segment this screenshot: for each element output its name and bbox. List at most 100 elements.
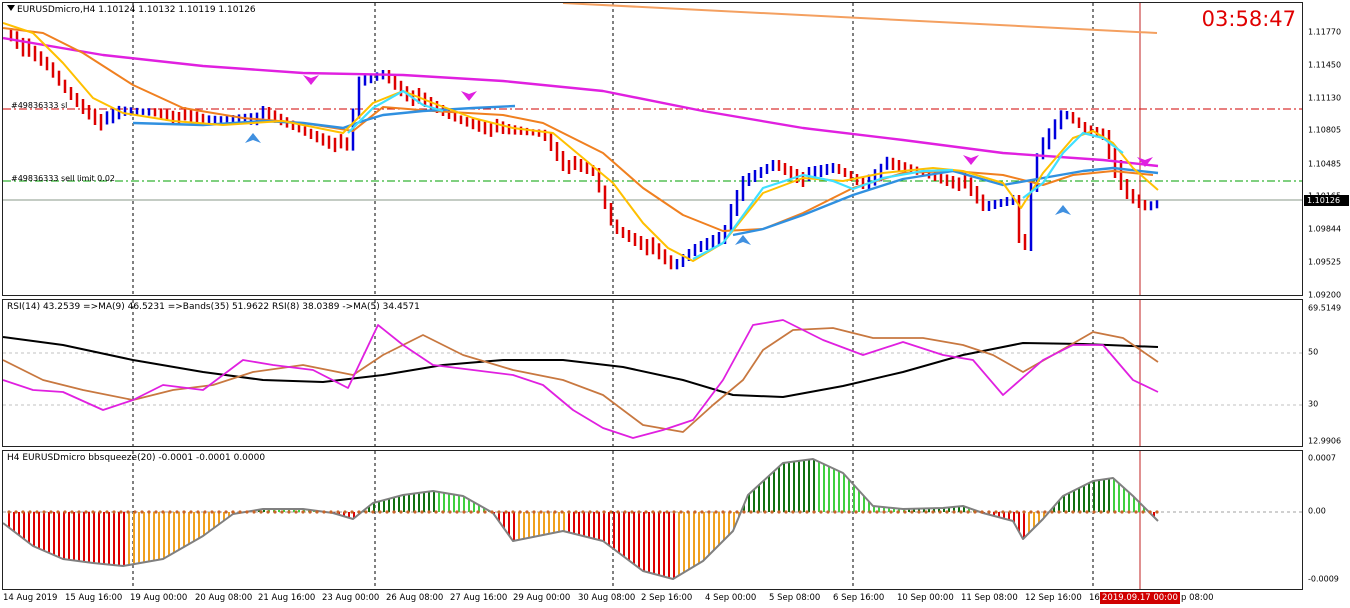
buy-signal-arrow-icon — [735, 235, 751, 245]
candle-countdown-clock: 03:58:47 — [1201, 7, 1296, 31]
squeeze-dot — [770, 510, 774, 514]
rsi-indicator-pane[interactable]: RSI(14) 43.2539 =>MA(9) 46.5231 =>Bands(… — [2, 299, 1303, 447]
squeeze-dot — [1127, 510, 1131, 514]
squeeze-dot — [42, 510, 46, 514]
price-axis[interactable]: 1.11770 1.11450 1.11130 1.10805 1.10485 … — [1304, 2, 1350, 300]
squeeze-dot — [595, 510, 599, 514]
squeeze-dot — [637, 510, 641, 514]
squeeze-dot — [112, 510, 116, 514]
squeeze-dot — [987, 510, 991, 514]
squeeze-dot — [1043, 510, 1047, 514]
ma-magenta-line — [3, 36, 1159, 168]
rsi-axis[interactable]: 69.5149 50 30 12.9906 — [1304, 299, 1350, 447]
rsi-line — [3, 319, 1159, 439]
squeeze-dot — [868, 510, 872, 514]
bbsqueeze-indicator-pane[interactable]: H4 EURUSDmicro bbsqueeze(20) -0.0001 -0.… — [2, 450, 1303, 590]
squeeze-dot — [679, 510, 683, 514]
squeeze-dot — [910, 510, 914, 514]
rsi-axis-label: 12.9906 — [1308, 436, 1342, 446]
squeeze-dot — [1085, 510, 1089, 514]
squeeze-dot — [497, 510, 501, 514]
price-chart-canvas — [3, 3, 1302, 295]
squeeze-dot — [455, 510, 459, 514]
squeeze-dot — [203, 510, 207, 514]
squeeze-dot — [385, 510, 389, 514]
sell-signal-arrow-icon — [303, 75, 319, 85]
squeeze-dot — [791, 510, 795, 514]
squeeze-dot — [616, 510, 620, 514]
stop-loss-order-label[interactable]: #49836333 sl — [11, 101, 67, 110]
squeeze-dot — [602, 510, 606, 514]
squeeze-dot — [644, 510, 648, 514]
time-axis-label: 5 Sep 08:00 — [769, 593, 821, 603]
time-axis-label: 26 Aug 08:00 — [386, 593, 444, 603]
squeeze-dot — [959, 510, 963, 514]
squeeze-dot — [196, 510, 200, 514]
squeeze-dot — [938, 510, 942, 514]
price-axis-label: 1.10805 — [1308, 125, 1342, 135]
time-axis-label: 19 Aug 00:00 — [130, 593, 188, 603]
price-chart-pane[interactable]: EURUSDmicro,H4 1.10124 1.10132 1.10119 1… — [2, 2, 1303, 296]
squeeze-dot — [714, 510, 718, 514]
squeeze-dot — [574, 510, 578, 514]
squeeze-dot — [364, 510, 368, 514]
rsi-header: RSI(14) 43.2539 =>MA(9) 46.5231 =>Bands(… — [7, 302, 420, 312]
squeeze-dot — [861, 510, 865, 514]
squeeze-dot — [70, 510, 74, 514]
squeeze-dot — [469, 510, 473, 514]
sell-limit-order-label[interactable]: #49836333 sell limit 0.02 — [11, 174, 115, 183]
bbsqueeze-axis-label: 0.00 — [1308, 506, 1326, 516]
time-axis-label: 16 — [1089, 593, 1100, 603]
squeeze-dot — [693, 510, 697, 514]
buy-signal-arrow-icon — [1055, 205, 1071, 215]
squeeze-dot — [91, 510, 95, 514]
squeeze-dot — [14, 510, 18, 514]
squeeze-dot — [1099, 510, 1103, 514]
squeeze-dot — [21, 510, 25, 514]
squeeze-dot — [119, 510, 123, 514]
rsi-axis-label: 50 — [1308, 347, 1319, 357]
squeeze-dot — [742, 510, 746, 514]
price-axis-label: 1.10485 — [1308, 159, 1342, 169]
squeeze-dot — [875, 510, 879, 514]
squeeze-dot — [238, 510, 242, 514]
squeeze-dot — [777, 510, 781, 514]
squeeze-dot — [728, 510, 732, 514]
squeeze-dot — [1015, 510, 1019, 514]
time-axis-label: 30 Aug 08:00 — [578, 593, 636, 603]
time-axis-label: 29 Aug 00:00 — [513, 593, 571, 603]
squeeze-dot — [1022, 510, 1026, 514]
squeeze-dot — [126, 510, 130, 514]
squeeze-dot — [1092, 510, 1096, 514]
squeeze-dot — [651, 510, 655, 514]
squeeze-dot — [882, 510, 886, 514]
squeeze-dot — [420, 510, 424, 514]
squeeze-dot — [301, 510, 305, 514]
squeeze-dot — [903, 510, 907, 514]
squeeze-dot — [1064, 510, 1068, 514]
squeeze-dot — [504, 510, 508, 514]
rsi-ma-line — [3, 327, 1159, 433]
squeeze-dot — [273, 510, 277, 514]
squeeze-dot — [560, 510, 564, 514]
squeeze-dot — [917, 510, 921, 514]
squeeze-dot — [924, 510, 928, 514]
bbsqueeze-axis[interactable]: 0.0007 0.00 -0.0009 — [1304, 450, 1350, 590]
squeeze-dot — [7, 510, 11, 514]
squeeze-dot — [735, 510, 739, 514]
squeeze-dot — [315, 510, 319, 514]
squeeze-dot — [189, 510, 193, 514]
squeeze-dot — [63, 510, 67, 514]
squeeze-dot — [847, 510, 851, 514]
squeeze-dot — [1120, 510, 1124, 514]
time-axis[interactable]: 14 Aug 2019 15 Aug 16:00 19 Aug 00:00 20… — [0, 591, 1350, 608]
squeeze-dot — [581, 510, 585, 514]
squeeze-dot — [952, 510, 956, 514]
squeeze-dot — [350, 510, 354, 514]
squeeze-dot — [434, 510, 438, 514]
time-axis-label: 10 Sep 00:00 — [897, 593, 954, 603]
squeeze-dot — [140, 510, 144, 514]
squeeze-dot — [623, 510, 627, 514]
ma-cyan-line — [347, 89, 444, 134]
squeeze-dot — [168, 510, 172, 514]
